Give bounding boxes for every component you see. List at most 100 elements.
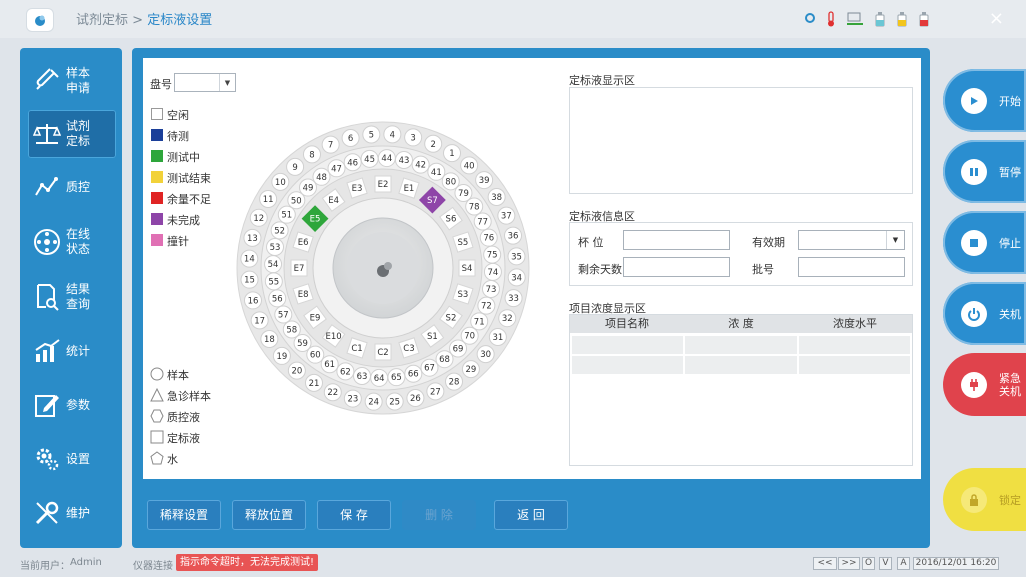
column-header[interactable]: 浓 度 xyxy=(684,315,798,333)
back-button[interactable]: 返 回 xyxy=(494,500,568,530)
wheel-slot-outer[interactable]: 13 xyxy=(243,228,262,247)
wheel-slot-middle[interactable]: 46 xyxy=(343,153,362,172)
table-row[interactable] xyxy=(572,336,910,354)
lock-button[interactable]: 锁定 xyxy=(943,468,1026,531)
next-button[interactable]: >> xyxy=(838,557,860,570)
a-button[interactable]: A xyxy=(897,557,910,570)
column-header[interactable]: 浓度水平 xyxy=(798,315,912,333)
wheel-slot-middle[interactable]: 61 xyxy=(320,355,339,374)
wheel-slot-outer[interactable]: 1 xyxy=(443,144,462,163)
start-button[interactable]: 开始 xyxy=(943,69,1026,132)
wheel-slot-middle[interactable]: 73 xyxy=(481,279,500,298)
close-icon[interactable]: × xyxy=(989,8,1004,29)
days-field[interactable] xyxy=(623,257,730,277)
wheel-slot-middle[interactable]: 57 xyxy=(274,305,293,324)
nav-item-parameters[interactable]: 参数 xyxy=(28,381,116,429)
wheel-slot-outer[interactable]: 18 xyxy=(260,330,279,349)
wheel-slot-middle[interactable]: 75 xyxy=(483,245,502,264)
wheel-slot-outer[interactable]: 20 xyxy=(287,361,306,380)
wheel-slot-outer[interactable]: 2 xyxy=(424,134,443,153)
wheel-slot-middle[interactable]: 66 xyxy=(404,364,423,383)
nav-item-online-status[interactable]: 在线 状态 xyxy=(28,218,116,266)
wheel-slot-outer[interactable]: 28 xyxy=(445,372,464,391)
wheel-slot-outer[interactable]: 12 xyxy=(249,208,268,227)
wheel-slot-middle[interactable]: 64 xyxy=(370,368,389,387)
wheel-slot-middle[interactable]: 44 xyxy=(377,149,396,168)
delete-button[interactable]: 删 除 xyxy=(402,500,476,530)
wheel-slot-middle[interactable]: 67 xyxy=(420,358,439,377)
wheel-slot-outer[interactable]: 31 xyxy=(488,328,507,347)
wheel-slot-middle[interactable]: 72 xyxy=(477,296,496,315)
wheel-slot-outer[interactable]: 29 xyxy=(461,360,480,379)
batch-field[interactable] xyxy=(798,257,905,277)
wheel-slot-middle[interactable]: 76 xyxy=(479,228,498,247)
wheel-slot-middle[interactable]: 63 xyxy=(353,366,372,385)
wheel-slot-outer[interactable]: 33 xyxy=(504,289,523,308)
wheel-slot-outer[interactable]: 26 xyxy=(406,389,425,408)
wheel-slot-middle[interactable]: 56 xyxy=(268,289,287,308)
wheel-slot-middle[interactable]: 45 xyxy=(360,149,379,168)
wheel-slot-outer[interactable]: 38 xyxy=(487,187,506,206)
wheel-slot-outer[interactable]: 14 xyxy=(240,249,259,268)
wheel-slot-outer[interactable]: 7 xyxy=(321,135,340,154)
wheel-slot-calibrator[interactable]: S4 xyxy=(458,259,476,277)
wheel-slot-middle[interactable]: 51 xyxy=(277,205,296,224)
wheel-slot-middle[interactable]: 71 xyxy=(470,312,489,331)
wheel-slot-middle[interactable]: 62 xyxy=(336,362,355,381)
wheel-slot-outer[interactable]: 4 xyxy=(383,125,402,144)
wheel-slot-middle[interactable]: 41 xyxy=(427,162,446,181)
wheel-slot-middle[interactable]: 42 xyxy=(411,155,430,174)
release-position-button[interactable]: 释放位置 xyxy=(232,500,306,530)
wheel-slot-calibrator[interactable]: E2 xyxy=(374,175,392,193)
wheel-slot-outer[interactable]: 36 xyxy=(504,226,523,245)
nav-item-result-query[interactable]: 结果 查询 xyxy=(28,273,116,321)
wheel-slot-outer[interactable]: 23 xyxy=(343,389,362,408)
wheel-slot-outer[interactable]: 21 xyxy=(304,373,323,392)
expiry-select[interactable]: ▼ xyxy=(798,230,905,250)
wheel-slot-middle[interactable]: 77 xyxy=(473,212,492,231)
wheel-slot-outer[interactable]: 16 xyxy=(243,291,262,310)
wheel-slot-middle[interactable]: 80 xyxy=(441,172,460,191)
wheel-slot-middle[interactable]: 65 xyxy=(387,368,406,387)
wheel-slot-outer[interactable]: 15 xyxy=(240,270,259,289)
wheel-slot-middle[interactable]: 70 xyxy=(460,326,479,345)
wheel-slot-outer[interactable]: 19 xyxy=(272,346,291,365)
chevron-down-icon[interactable]: ▼ xyxy=(886,231,904,249)
wheel-slot-outer[interactable]: 37 xyxy=(497,206,516,225)
wheel-slot-outer[interactable]: 8 xyxy=(302,145,321,164)
wheel-slot-middle[interactable]: 50 xyxy=(287,191,306,210)
nav-item-settings[interactable]: 设置 xyxy=(28,435,116,483)
wheel-slot-outer[interactable]: 25 xyxy=(385,392,404,411)
wheel-slot-outer[interactable]: 10 xyxy=(271,172,290,191)
wheel-slot-outer[interactable]: 5 xyxy=(362,125,381,144)
prev-button[interactable]: << xyxy=(813,557,837,570)
wheel-slot-outer[interactable]: 24 xyxy=(364,392,383,411)
wheel-slot-outer[interactable]: 30 xyxy=(476,345,495,364)
wheel-slot-middle[interactable]: 47 xyxy=(327,159,346,178)
wheel-slot-calibrator[interactable]: C2 xyxy=(374,343,392,361)
wheel-slot-outer[interactable]: 3 xyxy=(404,128,423,147)
emergency-shutdown-button[interactable]: 紧急 关机 xyxy=(943,353,1026,416)
wheel-slot-outer[interactable]: 9 xyxy=(286,157,305,176)
stop-button[interactable]: 停止 xyxy=(943,211,1026,274)
wheel-slot-middle[interactable]: 60 xyxy=(306,345,325,364)
nav-item-maintenance[interactable]: 维护 xyxy=(28,489,116,537)
wheel-slot-outer[interactable]: 34 xyxy=(507,268,526,287)
wheel-slot-middle[interactable]: 54 xyxy=(264,255,283,274)
wheel-slot-middle[interactable]: 52 xyxy=(270,221,289,240)
nav-item-sample-request[interactable]: 样本 申请 xyxy=(28,57,116,105)
plate-select[interactable]: ▼ xyxy=(174,73,236,92)
nav-item-reagent-calibration[interactable]: 试剂 定标 xyxy=(28,110,116,158)
wheel-slot-middle[interactable]: 43 xyxy=(394,151,413,170)
dilution-settings-button[interactable]: 稀释设置 xyxy=(147,500,221,530)
wheel-slot-outer[interactable]: 35 xyxy=(507,247,526,266)
save-button[interactable]: 保 存 xyxy=(317,500,391,530)
table-row[interactable] xyxy=(572,356,910,374)
wheel-slot-outer[interactable]: 17 xyxy=(250,311,269,330)
cup-field[interactable] xyxy=(623,230,730,250)
wheel-slot-outer[interactable]: 39 xyxy=(475,171,494,190)
nav-item-qc[interactable]: 质控 xyxy=(28,163,116,211)
wheel-slot-outer[interactable]: 27 xyxy=(426,382,445,401)
chevron-down-icon[interactable]: ▼ xyxy=(219,74,235,91)
wheel-slot-outer[interactable]: 22 xyxy=(323,383,342,402)
